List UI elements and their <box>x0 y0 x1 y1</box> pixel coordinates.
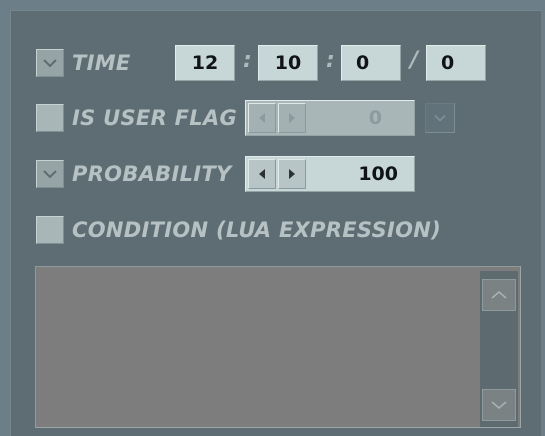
user-flag-value: 0 <box>368 107 382 129</box>
user-flag-row: IS USER FLAG <box>36 101 237 135</box>
condition-textarea[interactable] <box>35 266 521 428</box>
scrollbar[interactable] <box>480 271 518 427</box>
user-flag-label: IS USER FLAG <box>72 106 238 130</box>
chevron-up-icon <box>491 291 507 299</box>
chevron-down-icon <box>491 401 507 409</box>
condition-row: CONDITION (LUA EXPRESSION) <box>36 213 441 247</box>
scroll-down-button[interactable] <box>482 389 516 421</box>
decrement-button[interactable] <box>248 103 276 133</box>
time-separator: : <box>326 48 335 73</box>
checkmark-icon <box>43 170 57 179</box>
probability-row: PROBABILITY <box>36 157 232 191</box>
left-arrow-icon <box>259 169 265 179</box>
probability-checkbox[interactable] <box>36 160 64 188</box>
condition-checkbox[interactable] <box>36 216 64 244</box>
user-flag-spinner[interactable]: 0 <box>245 100 415 136</box>
user-flag-checkbox[interactable] <box>36 104 64 132</box>
user-flag-dropdown[interactable] <box>425 103 455 133</box>
time-frames-field[interactable]: 0 <box>426 45 486 81</box>
probability-value: 100 <box>358 163 398 185</box>
time-separator: : <box>243 48 252 73</box>
right-arrow-icon <box>289 169 295 179</box>
condition-label: CONDITION (LUA EXPRESSION) <box>72 218 442 242</box>
time-label: TIME <box>72 51 131 75</box>
increment-button[interactable] <box>278 103 306 133</box>
increment-button[interactable] <box>278 159 306 189</box>
time-minutes-field[interactable]: 10 <box>258 45 318 81</box>
probability-spinner[interactable]: 100 <box>245 156 415 192</box>
probability-label: PROBABILITY <box>72 162 232 186</box>
time-seconds-field[interactable]: 0 <box>341 45 401 81</box>
checkmark-icon <box>43 59 57 68</box>
time-hours-field[interactable]: 12 <box>175 45 235 81</box>
decrement-button[interactable] <box>248 159 276 189</box>
right-arrow-icon <box>289 113 295 123</box>
time-row: TIME <box>36 46 131 80</box>
chevron-down-icon <box>434 114 446 122</box>
left-arrow-icon <box>259 113 265 123</box>
time-separator: / <box>410 48 419 73</box>
scroll-up-button[interactable] <box>482 279 516 311</box>
time-checkbox[interactable] <box>36 49 64 77</box>
